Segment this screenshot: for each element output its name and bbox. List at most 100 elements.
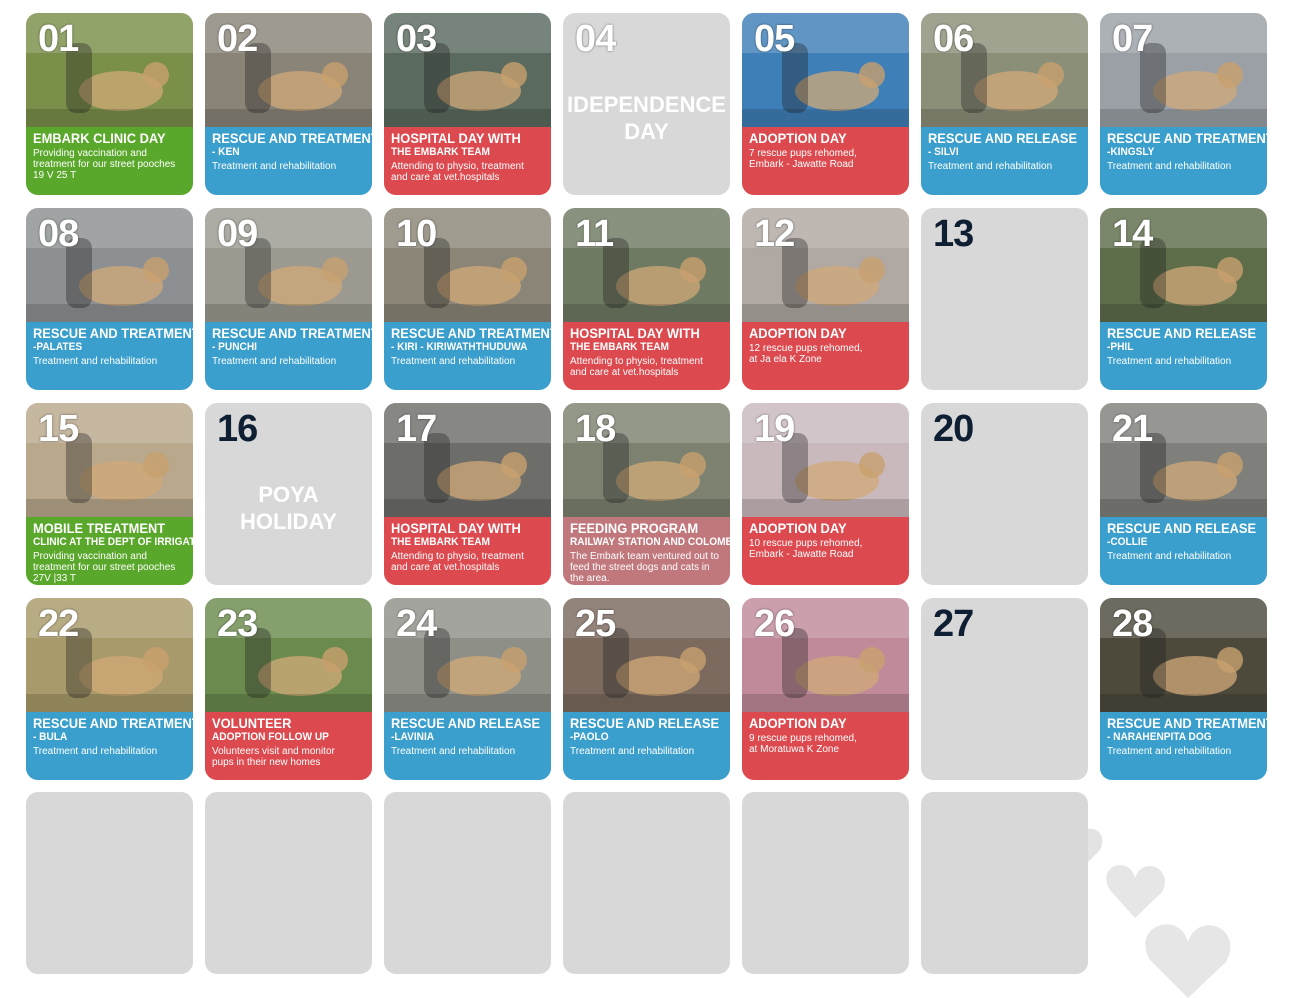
event-subtitle: ADOPTION FOLLOW UP	[212, 731, 329, 743]
day-cell-18: FEEDING PROGRAM RAILWAY STATION AND COLOM…	[563, 403, 730, 585]
empty-day-cell	[742, 792, 909, 974]
day-number: 18	[575, 408, 616, 450]
event-title: RESCUE AND TREATMENT	[212, 325, 372, 341]
event-title: RESCUE AND TREATMENT	[1107, 715, 1267, 731]
day-number: 26	[754, 603, 795, 645]
day-number: 02	[217, 18, 258, 60]
event-title: RESCUE AND RELEASE	[391, 715, 541, 731]
event-description: Treatment and rehabilitation	[212, 161, 337, 172]
event-subtitle: THE EMBARK TEAM	[570, 341, 669, 353]
event-description: Treatment and rehabilitation	[570, 746, 695, 757]
day-number: 21	[1112, 408, 1153, 450]
day-number: 01	[38, 18, 79, 60]
event-band: FEEDING PROGRAM RAILWAY STATION AND COLOM…	[563, 517, 730, 585]
event-band: RESCUE AND TREATMENT - KIRI - KIRIWATHTHU…	[384, 322, 551, 390]
event-subtitle: CLINIC AT THE DEPT OF IRRIGATION	[33, 536, 193, 548]
day-number: 03	[396, 18, 437, 60]
event-description: Treatment and rehabilitation	[1107, 746, 1232, 757]
day-number: 22	[38, 603, 79, 645]
day-cell-07: RESCUE AND TREATMENT -KINGSLY Treatment an…	[1100, 13, 1267, 195]
event-description: Attending to physio, treatment and care …	[570, 356, 703, 378]
day-number: 14	[1112, 213, 1153, 255]
day-number: 20	[933, 408, 974, 450]
day-cell-01: EMBARK CLINIC DAY Providing vaccination a…	[26, 13, 193, 195]
day-number: 19	[754, 408, 795, 450]
day-cell-23: VOLUNTEER ADOPTION FOLLOW UP Volunteers vi…	[205, 598, 372, 780]
event-description: Treatment and rehabilitation	[33, 746, 158, 757]
day-cell-10: RESCUE AND TREATMENT - KIRI - KIRIWATHTHU…	[384, 208, 551, 390]
event-band: RESCUE AND RELEASE - SILVI Treatment and …	[921, 127, 1088, 195]
day-number: 10	[396, 213, 437, 255]
day-number: 25	[575, 603, 616, 645]
event-title: ADOPTION DAY	[749, 325, 847, 341]
day-cell-28: RESCUE AND TREATMENT - NARAHENPITA DOG Tr…	[1100, 598, 1267, 780]
day-number: 16	[217, 408, 258, 450]
event-subtitle: RAILWAY STATION AND COLOMBO	[570, 536, 730, 548]
event-description: 12 rescue pups rehomed, at Ja ela K Zone	[749, 343, 863, 365]
event-description: Attending to physio, treatment and care …	[391, 551, 524, 573]
event-subtitle: -PHIL	[1107, 341, 1134, 353]
event-subtitle: - BULA	[33, 731, 68, 743]
event-title: HOSPITAL DAY WITH	[570, 325, 700, 341]
event-band: RESCUE AND TREATMENT - BULA Treatment and …	[26, 712, 193, 780]
event-description: Treatment and rehabilitation	[212, 356, 337, 367]
event-subtitle: - KIRI - KIRIWATHTHUDUWA	[391, 341, 528, 353]
event-band: HOSPITAL DAY WITH THE EMBARK TEAM Attendin…	[384, 127, 551, 195]
event-title: RESCUE AND TREATMENT	[391, 325, 551, 341]
day-number: 08	[38, 213, 79, 255]
empty-day-cell	[921, 792, 1088, 974]
day-number: 24	[396, 603, 437, 645]
event-title: ADOPTION DAY	[749, 130, 847, 146]
event-description: Treatment and rehabilitation	[391, 746, 516, 757]
event-subtitle: -LAVINIA	[391, 731, 435, 743]
day-cell-20: 20	[921, 403, 1088, 585]
event-subtitle: - NARAHENPITA DOG	[1107, 731, 1212, 743]
event-band: RESCUE AND TREATMENT - PUNCHI Treatment an…	[205, 322, 372, 390]
event-band: RESCUE AND TREATMENT - NARAHENPITA DOG Tr…	[1100, 712, 1267, 780]
event-subtitle: -PAOLO	[570, 731, 609, 743]
day-cell-05: ADOPTION DAY 7 rescue pups rehomed, Embar…	[742, 13, 909, 195]
event-title: VOLUNTEER	[212, 715, 292, 731]
event-description: Treatment and rehabilitation	[928, 161, 1053, 172]
event-description: 10 rescue pups rehomed, Embark - Jawatte…	[749, 538, 863, 560]
day-cell-04: IDEPENDENCE DAY 04	[563, 13, 730, 195]
event-band: HOSPITAL DAY WITH THE EMBARK TEAM Attendin…	[384, 517, 551, 585]
event-band: EMBARK CLINIC DAY Providing vaccination a…	[26, 127, 193, 195]
event-title: FEEDING PROGRAM	[570, 520, 699, 536]
event-title: RESCUE AND RELEASE	[570, 715, 720, 731]
event-band: RESCUE AND TREATMENT - KEN Treatment and r…	[205, 127, 372, 195]
day-number: 13	[933, 213, 974, 255]
day-cell-22: RESCUE AND TREATMENT - BULA Treatment and …	[26, 598, 193, 780]
event-subtitle: -KINGSLY	[1107, 146, 1155, 158]
day-number: 15	[38, 408, 79, 450]
day-cell-13: 13	[921, 208, 1088, 390]
event-band: RESCUE AND TREATMENT -PALATES Treatment an…	[26, 322, 193, 390]
event-description: Treatment and rehabilitation	[391, 356, 516, 367]
event-band: RESCUE AND TREATMENT -KINGSLY Treatment an…	[1100, 127, 1267, 195]
event-subtitle: THE EMBARK TEAM	[391, 536, 490, 548]
day-cell-27: 27	[921, 598, 1088, 780]
day-cell-21: RESCUE AND RELEASE -COLLIE Treatment and r…	[1100, 403, 1267, 585]
event-band: ADOPTION DAY 7 rescue pups rehomed, Embar…	[742, 127, 909, 195]
event-description: Volunteers visit and monitor pups in the…	[212, 746, 335, 768]
event-subtitle: -COLLIE	[1107, 536, 1148, 548]
day-number: 07	[1112, 18, 1153, 60]
event-band: ADOPTION DAY 10 rescue pups rehomed, Emba…	[742, 517, 909, 585]
empty-day-cell	[205, 792, 372, 974]
day-number: 04	[575, 18, 616, 60]
event-band: HOSPITAL DAY WITH THE EMBARK TEAM Attendin…	[563, 322, 730, 390]
event-band: ADOPTION DAY 12 rescue pups rehomed, at J…	[742, 322, 909, 390]
day-cell-02: RESCUE AND TREATMENT - KEN Treatment and r…	[205, 13, 372, 195]
day-cell-15: MOBILE TREATMENT CLINIC AT THE DEPT OF IR…	[26, 403, 193, 585]
event-description: The Embark team ventured out to feed the…	[570, 551, 719, 584]
day-number: 27	[933, 603, 974, 645]
day-cell-03: HOSPITAL DAY WITH THE EMBARK TEAM Attendin…	[384, 13, 551, 195]
empty-day-cell	[384, 792, 551, 974]
event-band: MOBILE TREATMENT CLINIC AT THE DEPT OF IR…	[26, 517, 193, 585]
event-band: RESCUE AND RELEASE -PAOLO Treatment and re…	[563, 712, 730, 780]
event-band: RESCUE AND RELEASE -LAVINIA Treatment and …	[384, 712, 551, 780]
day-cell-06: RESCUE AND RELEASE - SILVI Treatment and …	[921, 13, 1088, 195]
empty-day-cell	[563, 792, 730, 974]
day-cell-09: RESCUE AND TREATMENT - PUNCHI Treatment an…	[205, 208, 372, 390]
day-cell-24: RESCUE AND RELEASE -LAVINIA Treatment and …	[384, 598, 551, 780]
